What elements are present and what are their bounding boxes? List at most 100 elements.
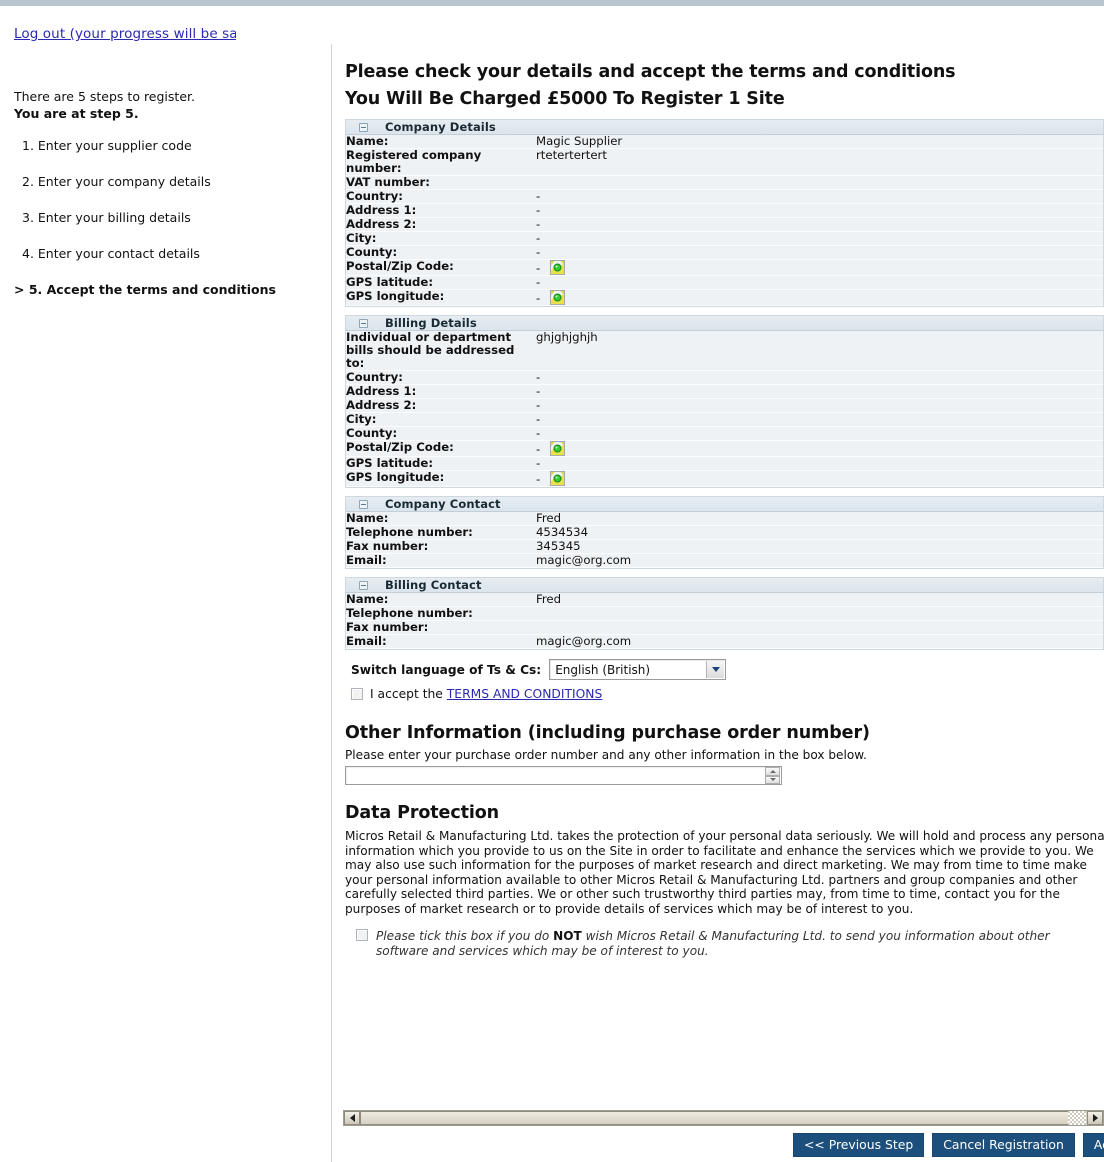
panel-body: Name:FredTelephone number:4534534Fax num…	[345, 512, 1104, 569]
accept-button[interactable]: Accept	[1083, 1133, 1104, 1157]
collapse-icon[interactable]	[359, 319, 368, 328]
page-title: Please check your details and accept the…	[345, 60, 1104, 84]
table-row: Telephone number:	[346, 607, 1103, 621]
gps-map-icon[interactable]	[540, 291, 565, 305]
collapse-icon[interactable]	[359, 581, 368, 590]
row-value	[536, 607, 1103, 621]
row-value: -	[536, 413, 1103, 427]
table-row: GPS latitude:-	[346, 457, 1103, 471]
sidebar-item-step-5[interactable]: > 5. Accept the terms and conditions	[14, 282, 324, 297]
purchase-order-input[interactable]	[345, 766, 782, 785]
table-row: Postal/Zip Code:-	[346, 441, 1103, 457]
row-label: City:	[346, 413, 536, 427]
row-label: Fax number:	[346, 621, 536, 635]
previous-step-button[interactable]: << Previous Step	[793, 1133, 924, 1157]
step-list: 1. Enter your supplier code 2. Enter you…	[14, 138, 324, 297]
main-content: Please check your details and accept the…	[345, 60, 1104, 959]
language-row: Switch language of Ts & Cs: English (Bri…	[345, 659, 1104, 680]
row-label: Postal/Zip Code:	[346, 441, 536, 457]
row-label: Email:	[346, 635, 536, 649]
row-label: Telephone number:	[346, 607, 536, 621]
row-value-text: -	[536, 231, 540, 245]
scroll-up-icon[interactable]	[765, 767, 780, 776]
details-table: Name:Magic SupplierRegistered company nu…	[346, 135, 1103, 306]
panel-title: Billing Contact	[385, 578, 482, 592]
data-protection-body: Micros Retail & Manufacturing Ltd. takes…	[345, 829, 1104, 917]
details-panels: Company DetailsName:Magic SupplierRegist…	[345, 119, 1104, 650]
row-value-text: Magic Supplier	[536, 134, 622, 148]
panel-body: Name:FredTelephone number:Fax number:Ema…	[345, 593, 1104, 650]
footer-button-row: << Previous Step Cancel Registration Acc…	[793, 1133, 1104, 1157]
row-label: Name:	[346, 512, 536, 526]
scroll-right-icon[interactable]	[1087, 1111, 1103, 1125]
row-value-text: -	[536, 217, 540, 231]
row-label: Telephone number:	[346, 526, 536, 540]
row-value: -	[536, 441, 1103, 457]
sidebar-intro: There are 5 steps to register. You are a…	[14, 88, 324, 122]
panel-header-company-details[interactable]: Company Details	[345, 119, 1104, 135]
table-row: County:-	[346, 246, 1103, 260]
panel-body: Name:Magic SupplierRegistered company nu…	[345, 135, 1104, 307]
panel-body: Individual or department bills should be…	[345, 331, 1104, 488]
sidebar-intro-line1: There are 5 steps to register.	[14, 89, 195, 104]
column-divider	[331, 44, 332, 1162]
row-value-text: -	[536, 203, 540, 217]
sidebar-item-step-3[interactable]: 3. Enter your billing details	[14, 210, 324, 225]
table-row: City:-	[346, 413, 1103, 427]
sidebar-item-step-2[interactable]: 2. Enter your company details	[14, 174, 324, 189]
marketing-optout-checkbox[interactable]	[356, 929, 368, 941]
horizontal-scrollbar[interactable]	[343, 1110, 1104, 1126]
gps-map-icon[interactable]	[540, 261, 565, 275]
table-row: Country:-	[346, 371, 1103, 385]
row-value: -	[536, 457, 1103, 471]
language-select[interactable]: English (British)	[549, 659, 726, 680]
optout-bold: NOT	[553, 929, 582, 943]
table-row: Country:-	[346, 190, 1103, 204]
accept-terms-row: I accept the TERMS AND CONDITIONS	[351, 687, 1104, 701]
language-select-value: English (British)	[555, 663, 650, 677]
row-value-text: -	[536, 456, 540, 470]
accept-terms-checkbox[interactable]	[351, 688, 363, 700]
table-row: Address 2:-	[346, 218, 1103, 232]
table-row: Address 1:-	[346, 385, 1103, 399]
row-value-text: -	[536, 412, 540, 426]
gps-map-icon[interactable]	[540, 442, 565, 456]
table-row: VAT number:	[346, 176, 1103, 190]
details-table: Individual or department bills should be…	[346, 331, 1103, 487]
panel-header-company-contact[interactable]: Company Contact	[345, 496, 1104, 512]
table-row: Name:Fred	[346, 512, 1103, 526]
table-row: Name:Magic Supplier	[346, 135, 1103, 149]
panel-header-billing-contact[interactable]: Billing Contact	[345, 577, 1104, 593]
row-value: -	[536, 190, 1103, 204]
panel-title: Company Details	[385, 120, 496, 134]
terms-and-conditions-link[interactable]: TERMS AND CONDITIONS	[447, 687, 603, 701]
language-label: Switch language of Ts & Cs:	[351, 663, 541, 677]
scroll-left-icon[interactable]	[344, 1111, 360, 1125]
registration-page: Log out (your progress will be saved) Th…	[0, 0, 1104, 1162]
collapse-icon[interactable]	[359, 123, 368, 132]
purchase-order-scrollbar[interactable]	[765, 767, 780, 784]
scroll-down-icon[interactable]	[765, 776, 780, 785]
chevron-down-icon[interactable]	[706, 661, 724, 678]
sidebar-intro-line2: You are at step 5.	[14, 106, 139, 121]
sidebar-item-step-4[interactable]: 4. Enter your contact details	[14, 246, 324, 261]
gps-map-icon[interactable]	[540, 472, 565, 486]
row-value: ghjghjghjh	[536, 331, 1103, 371]
row-label: Name:	[346, 135, 536, 149]
logout-link[interactable]: Log out (your progress will be saved)	[14, 26, 236, 41]
collapse-icon[interactable]	[359, 500, 368, 509]
sidebar-item-step-1[interactable]: 1. Enter your supplier code	[14, 138, 324, 153]
cancel-registration-button[interactable]: Cancel Registration	[932, 1133, 1075, 1157]
row-label: GPS latitude:	[346, 457, 536, 471]
scrollbar-thumb[interactable]	[360, 1111, 1085, 1125]
row-label: County:	[346, 427, 536, 441]
row-value: -	[536, 427, 1103, 441]
row-value: rtetertertert	[536, 149, 1103, 176]
scrollbar-track[interactable]	[1068, 1111, 1086, 1125]
row-label: Address 2:	[346, 218, 536, 232]
data-protection-heading: Data Protection	[345, 802, 1104, 824]
row-value: magic@org.com	[536, 635, 1103, 649]
table-row: Name:Fred	[346, 593, 1103, 607]
panel-title: Company Contact	[385, 497, 501, 511]
panel-header-billing-details[interactable]: Billing Details	[345, 315, 1104, 331]
